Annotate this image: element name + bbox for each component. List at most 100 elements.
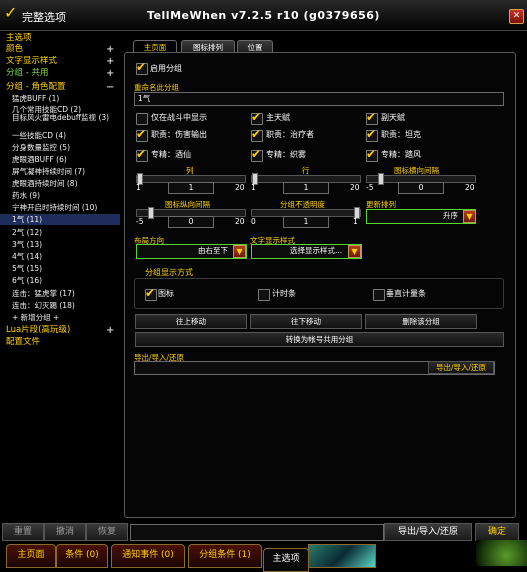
nav-group-item[interactable]: 连击：猛虎掌 (17) (12, 288, 122, 299)
rows-value: 1 (303, 183, 309, 192)
import-export-button[interactable]: 导出/导入/还原 (428, 361, 494, 374)
chevron-down-icon[interactable]: ▼ (348, 245, 361, 258)
ok-button[interactable]: 确定 (475, 523, 519, 541)
role-dps-checkbox[interactable] (136, 127, 148, 142)
text-style-value: 选择显示样式... (290, 246, 343, 255)
nav-lua-snippets[interactable]: Lua片段(高玩级) (6, 325, 116, 336)
nav-group-item[interactable]: 2气 (12) (12, 227, 122, 238)
bottom-import-export-button[interactable]: 导出/导入/还原 (384, 523, 472, 541)
opacity-max: 1 (353, 217, 358, 226)
role-heal-label: 职责：治疗者 (266, 130, 314, 139)
app-title: TellMeWhen v7.2.5 r10 (g0379656) (147, 9, 380, 22)
role-tank-label: 职责：坦克 (381, 130, 421, 139)
opacity-value-input[interactable]: 1 (283, 216, 329, 228)
mode-vbar-label: 垂直计量条 (386, 289, 426, 298)
nav-main-options[interactable]: 主选项 (6, 33, 116, 44)
layout-direction-value: 由右至下 (198, 246, 228, 255)
h-spacing-value: 0 (418, 183, 424, 192)
h-spacing-min: -5 (366, 183, 374, 192)
rows-value-input[interactable]: 1 (283, 182, 329, 194)
v-spacing-max: 20 (235, 217, 245, 226)
nav-group-item[interactable]: 虎眼酒持续时间 (8) (12, 178, 122, 189)
role-dps-label: 职责：伤害输出 (151, 130, 207, 139)
mode-vbar-radio[interactable] (373, 289, 385, 301)
move-down-button[interactable]: 往下移动 (250, 314, 362, 329)
nav-group-item[interactable]: 宁神开启时持续时间 (10) (12, 202, 122, 213)
expand-icon[interactable]: + (106, 44, 114, 55)
text-style-dropdown[interactable]: 选择显示样式... (251, 244, 362, 259)
nav-group-item[interactable]: 6气 (16) (12, 275, 122, 286)
nav-group-item[interactable]: 连击：幻灭踢 (18) (12, 300, 122, 311)
expand-icon[interactable]: + (106, 68, 114, 79)
undo-button[interactable]: 撤消 (44, 523, 86, 541)
combat-only-checkbox[interactable] (136, 113, 148, 125)
mode-timer-label: 计时条 (272, 289, 296, 298)
nav-group-item[interactable]: 猛虎BUFF (1) (12, 93, 122, 104)
v-spacing-min: -5 (136, 217, 144, 226)
nav-group-shared[interactable]: 分组 - 共用 (6, 68, 116, 79)
bottom-tab-main-options[interactable]: 主选项 (263, 548, 309, 572)
bottom-tab-main[interactable]: 主页面 (6, 544, 56, 568)
v-spacing-value: 0 (188, 217, 194, 226)
enable-group-checkbox[interactable] (136, 60, 148, 75)
combat-only-label: 仅在战斗中显示 (151, 113, 207, 122)
h-spacing-slider-thumb[interactable] (378, 173, 384, 185)
spell-icon (308, 544, 376, 568)
secondary-spec-checkbox[interactable] (366, 110, 378, 125)
primary-spec-checkbox[interactable] (251, 110, 263, 125)
columns-value-input[interactable]: 1 (168, 182, 214, 194)
nav-group-role[interactable]: 分组 - 角色配置 (6, 82, 116, 93)
spec-brewmaster-checkbox[interactable] (136, 147, 148, 162)
nav-group-item[interactable]: 虎眼酒BUFF (6) (12, 154, 122, 165)
mode-icon-radio[interactable] (145, 286, 157, 301)
mode-timer-radio[interactable] (258, 289, 270, 301)
nav-color[interactable]: 颜色 (6, 44, 116, 55)
nav-new-group[interactable]: + 新增分组 + (12, 312, 122, 323)
nav-group-item[interactable]: 4气 (14) (12, 251, 122, 262)
opacity-min: 0 (251, 217, 256, 226)
nav-group-item[interactable]: 一些技能CD (4) (12, 130, 122, 141)
h-spacing-max: 20 (465, 183, 475, 192)
secondary-spec-label: 副天赋 (381, 113, 405, 122)
nav-group-item-selected[interactable]: 1气 (11) (0, 214, 120, 225)
display-method-box (134, 278, 504, 309)
delete-group-button[interactable]: 删除该分组 (365, 314, 477, 329)
expand-icon[interactable]: + (106, 56, 114, 67)
nav-group-item[interactable]: 药水 (9) (12, 190, 122, 201)
spec-mistweaver-checkbox[interactable] (251, 147, 263, 162)
bottom-tab-conditions[interactable]: 条件 (0) (56, 544, 108, 568)
layout-direction-dropdown[interactable]: 由右至下 (136, 244, 247, 259)
sort-dropdown[interactable]: 升序 (366, 209, 476, 224)
close-button[interactable]: ✕ (509, 9, 524, 24)
h-spacing-value-input[interactable]: 0 (398, 182, 444, 194)
bottom-tab-group-conditions[interactable]: 分组条件 (1) (188, 544, 262, 568)
display-method-label: 分组显示方式 (145, 268, 193, 277)
group-name-input[interactable]: 1气 (134, 92, 504, 106)
nav-group-item[interactable]: 5气 (15) (12, 263, 122, 274)
expand-icon[interactable]: + (106, 325, 114, 336)
role-tank-checkbox[interactable] (366, 127, 378, 142)
columns-value: 1 (188, 183, 194, 192)
spec-windwalker-checkbox[interactable] (366, 147, 378, 162)
reset-button[interactable]: 重置 (2, 523, 44, 541)
spec-brewmaster-label: 专精：酒仙 (151, 150, 191, 159)
group-name-value: 1气 (138, 94, 151, 103)
enable-group-label: 启用分组 (150, 64, 182, 73)
v-spacing-slider-thumb[interactable] (148, 207, 154, 219)
chevron-down-icon[interactable]: ▼ (233, 245, 246, 258)
nav-group-item[interactable]: 3气 (13) (12, 239, 122, 250)
convert-shared-button[interactable]: 转换为帐号共用分组 (135, 332, 504, 347)
move-up-button[interactable]: 往上移动 (135, 314, 247, 329)
v-spacing-value-input[interactable]: 0 (168, 216, 214, 228)
redo-button[interactable]: 恢复 (86, 523, 128, 541)
mode-icon-label: 图标 (158, 289, 174, 298)
nav-profiles[interactable]: 配置文件 (6, 337, 116, 348)
nav-text-display[interactable]: 文字显示样式 (6, 56, 116, 67)
nav-group-item[interactable]: 分身数量监控 (5) (12, 142, 122, 153)
collapse-icon[interactable]: − (106, 82, 114, 93)
nav-group-item[interactable]: 屏气凝神持续时间 (7) (12, 166, 122, 177)
bottom-tab-notifications[interactable]: 通知事件 (0) (111, 544, 185, 568)
chevron-down-icon[interactable]: ▼ (463, 210, 476, 223)
bottom-input[interactable] (130, 524, 384, 541)
role-heal-checkbox[interactable] (251, 127, 263, 142)
